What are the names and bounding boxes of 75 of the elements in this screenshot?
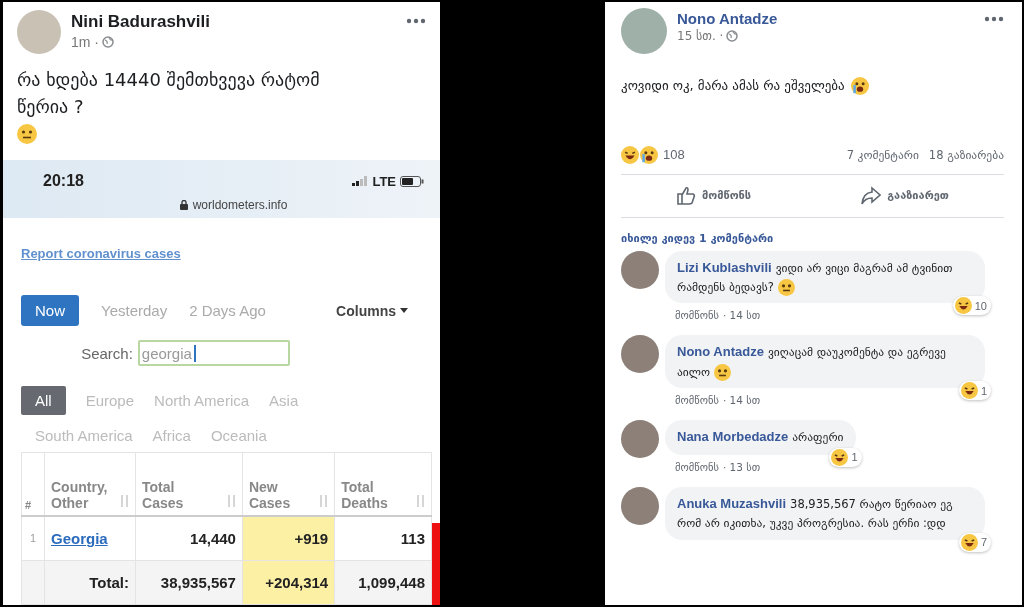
- more-options-icon[interactable]: [984, 16, 1004, 22]
- table-cell: 113: [400, 530, 425, 547]
- more-options-icon[interactable]: [406, 18, 426, 24]
- laughing-reaction-icon: [954, 297, 972, 315]
- column-header[interactable]: Total Cases: [135, 452, 243, 516]
- comment-text: Anuka Muzashvili 38,935,567 რატო წერიაო ეგ რომ არ იკითხა, უკვე პროგრესია. რას ერჩი :დდ: [677, 494, 954, 532]
- like-link[interactable]: მომწონს: [675, 460, 719, 473]
- comment-time: · 14 სთ: [722, 309, 761, 322]
- sort-icon: [416, 495, 425, 507]
- status-time: 20:18: [43, 172, 84, 190]
- url-text: worldometers.info: [192, 198, 288, 212]
- avatar: [621, 8, 667, 54]
- commenter-name[interactable]: Lizi Kublashvili: [677, 259, 772, 275]
- battery-icon: [400, 175, 424, 187]
- column-header[interactable]: Country, Other: [44, 452, 136, 516]
- columns-dropdown[interactable]: Columns: [330, 301, 414, 320]
- more-comments-link[interactable]: იხილე კიდევ 1 კომენტარი: [621, 231, 1004, 245]
- report-link[interactable]: Report coronavirus cases: [21, 246, 181, 261]
- share-arrow-icon: [861, 185, 882, 206]
- post-time: 1m ·: [71, 34, 99, 50]
- commenter-name[interactable]: Nono Antadze: [677, 344, 764, 360]
- sad-reaction-icon: [640, 145, 658, 164]
- laughing-reaction-icon: [960, 533, 978, 551]
- sort-icon: [120, 495, 130, 507]
- lock-icon: [179, 200, 188, 210]
- post-text: კოვიდი ოკ, მარა ამას რა ეშველება: [621, 77, 845, 95]
- action-button[interactable]: გააზიარეთ: [853, 182, 957, 209]
- avatar: [621, 420, 659, 459]
- like-link[interactable]: მომწონს: [675, 394, 719, 407]
- table-cell: +204,314: [265, 574, 329, 591]
- sort-icon: [319, 495, 329, 507]
- laughing-reaction-icon: [960, 382, 978, 400]
- reaction-count[interactable]: 108: [663, 147, 685, 162]
- signal-icon: [352, 176, 369, 186]
- table-cell: +919: [294, 530, 329, 547]
- reaction-badge[interactable]: 10: [952, 296, 991, 316]
- comments-count[interactable]: 7 კომენტარი: [846, 147, 919, 162]
- thumbs-up-icon: [676, 185, 697, 206]
- like-link[interactable]: მომწონს: [675, 309, 719, 322]
- shares-count[interactable]: 18 გაზიარება: [928, 147, 1004, 162]
- comment-text: Nana Morbedadze არაფერი: [677, 428, 844, 447]
- post-text: რა ხდება 14440 შემთხვევა რატომ წერია ?: [17, 68, 321, 119]
- comment-time: · 13 სთ: [722, 460, 761, 473]
- action-button[interactable]: მომწონს: [668, 182, 760, 209]
- comment-text: Lizi Kublashvili ვიდი არ ვიცი მაგრამ ამ ტვინით რამდენს ბედავს?: [677, 258, 954, 297]
- author-name[interactable]: Nono Antadze: [677, 10, 974, 27]
- table-cell: 38,935,567: [160, 574, 236, 591]
- avatar: [17, 10, 61, 54]
- avatar: [621, 250, 659, 289]
- time-tab[interactable]: Now: [21, 295, 79, 326]
- table-cell: Total:: [89, 574, 130, 591]
- comment-text: Nono Antadze ვიღაცამ დაუკომენტა და ეგრევე აილო: [677, 343, 947, 382]
- reaction-badge[interactable]: 7: [958, 532, 991, 552]
- laughing-reaction-icon: [621, 145, 639, 164]
- avatar: [621, 486, 659, 525]
- comment-time: · 14 სთ: [722, 394, 761, 407]
- table-cell: 14,440: [190, 530, 236, 547]
- commenter-name[interactable]: Nana Morbedadze: [677, 429, 789, 445]
- sort-icon: [226, 495, 236, 507]
- network-label: LTE: [372, 173, 396, 189]
- reaction-badge[interactable]: 1: [829, 447, 862, 467]
- reaction-badge[interactable]: 1: [958, 381, 991, 401]
- crying-emoji-icon: [850, 76, 869, 95]
- laughing-reaction-icon: [831, 448, 849, 466]
- caret-icon: [400, 308, 408, 313]
- region-tab[interactable]: All: [21, 386, 66, 415]
- table-cell: 1: [30, 533, 36, 544]
- column-header[interactable]: Total Deaths: [334, 452, 432, 516]
- commenter-name[interactable]: Anuka Muzashvili: [677, 495, 787, 511]
- search-label: Search:: [81, 344, 133, 362]
- author-name[interactable]: Nini Badurashvili: [71, 12, 396, 32]
- post-time: 15 სთ. ·: [677, 29, 724, 43]
- column-header[interactable]: #: [21, 452, 45, 516]
- table-cell: 1,099,448: [358, 574, 425, 591]
- avatar: [621, 335, 659, 374]
